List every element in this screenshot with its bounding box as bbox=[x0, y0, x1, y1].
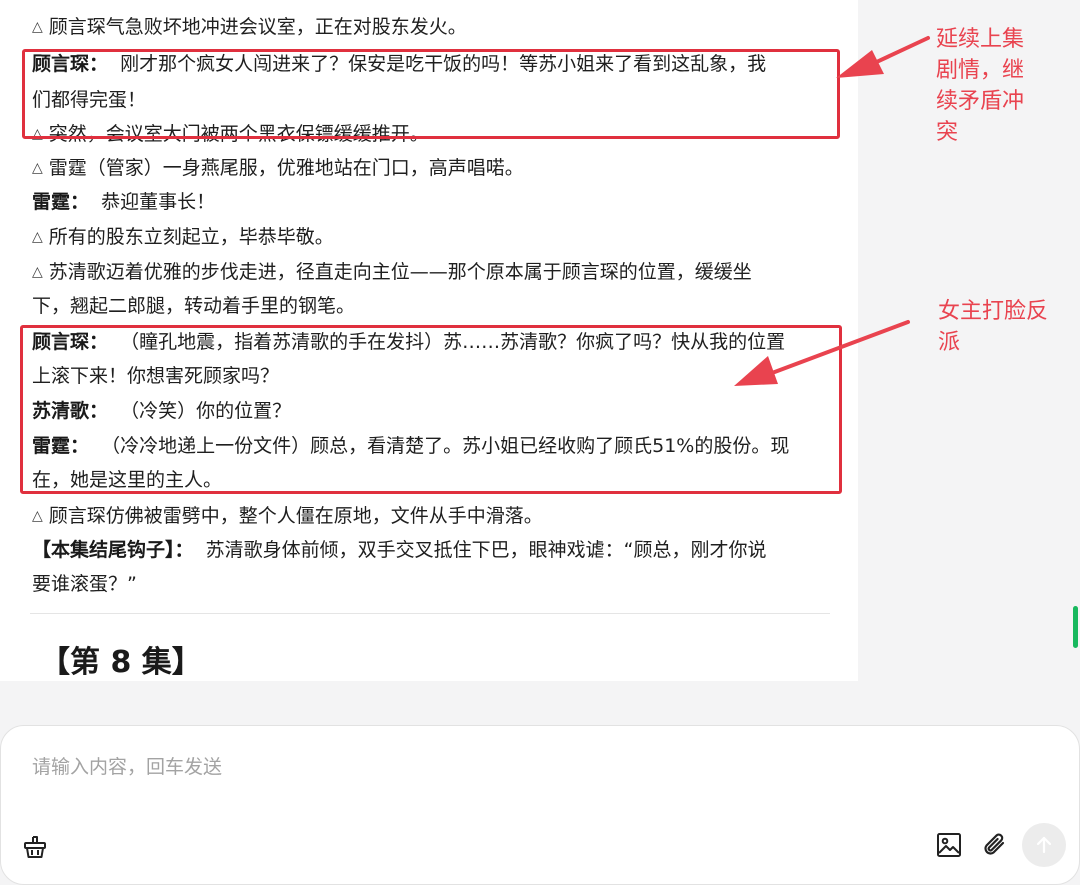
image-icon[interactable] bbox=[935, 831, 963, 859]
send-button[interactable] bbox=[1022, 823, 1066, 867]
basket-icon[interactable] bbox=[22, 833, 48, 861]
message-composer[interactable] bbox=[0, 725, 1080, 885]
paperclip-icon[interactable] bbox=[980, 830, 1010, 860]
annotation-arrow-2 bbox=[734, 320, 910, 386]
scrollbar-thumb[interactable] bbox=[1073, 606, 1078, 648]
message-input-placeholder[interactable]: 请输入内容，回车发送 bbox=[32, 752, 222, 782]
annotation-arrow-1 bbox=[836, 36, 930, 78]
annotation-note-1: 延续上集 剧情，继 续矛盾冲 突 bbox=[936, 27, 1025, 145]
arrow-up-icon bbox=[1036, 836, 1052, 854]
annotation-note-2: 女主打脸反 派 bbox=[938, 299, 1049, 355]
